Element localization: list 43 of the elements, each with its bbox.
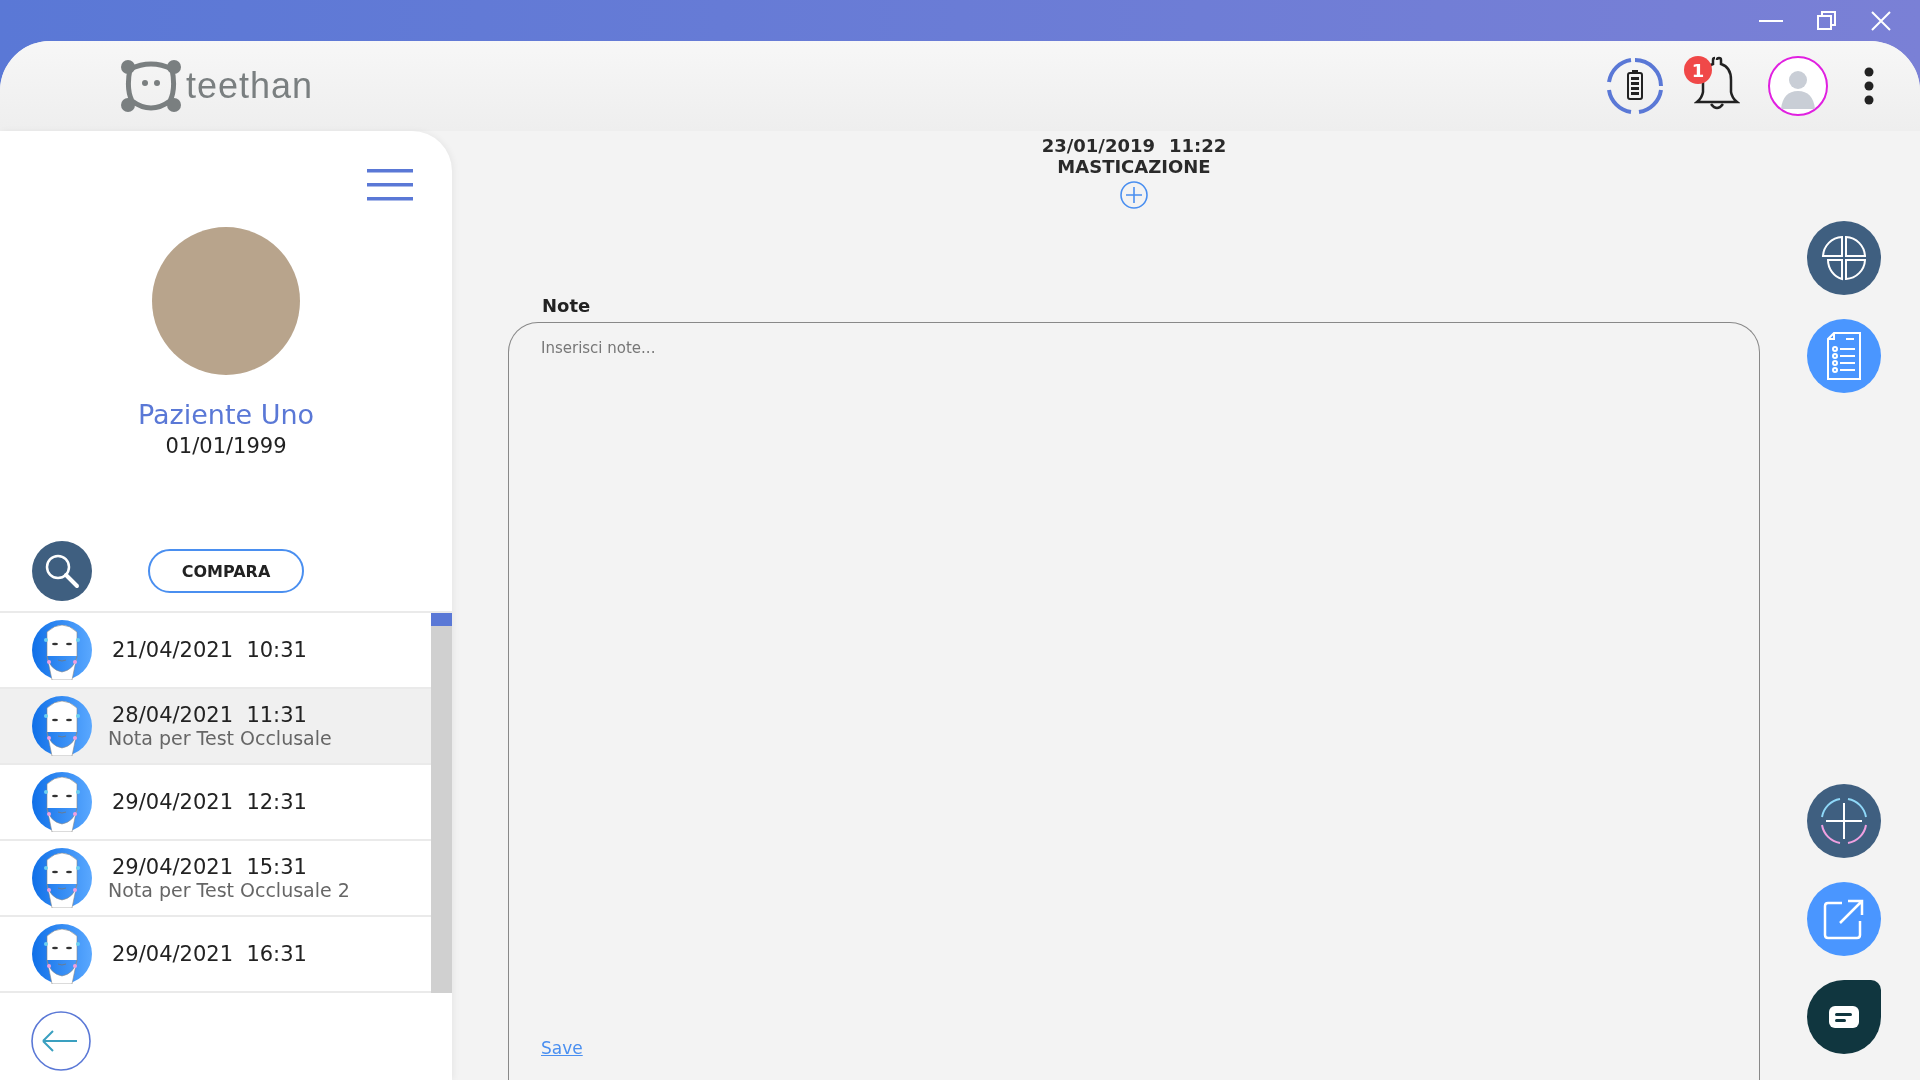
session-item[interactable]: 29/04/2021 12:31: [0, 765, 431, 841]
session-item[interactable]: 21/04/2021 10:31: [0, 613, 431, 689]
document-list-icon: [1824, 331, 1864, 381]
record-time: 11:22: [1169, 135, 1227, 156]
patient-birth-date: 01/01/1999: [164, 434, 288, 458]
face-icon: [32, 696, 92, 756]
note-label: Note: [542, 295, 592, 316]
logo-text: teethan: [186, 65, 314, 107]
session-date-time: 29/04/2021 12:31: [112, 790, 307, 814]
record-date: 23/01/2019: [1041, 135, 1155, 156]
export-icon: [1822, 897, 1866, 941]
scrollbar[interactable]: [431, 613, 452, 993]
search-icon: [44, 553, 80, 589]
bell-icon[interactable]: [1694, 56, 1740, 112]
face-icon: [32, 620, 92, 680]
session-date-time: 21/04/2021 10:31: [112, 638, 307, 662]
session-item[interactable]: 28/04/2021 11:31 Nota per Test Occlusale: [0, 689, 431, 765]
session-date-time: 29/04/2021 15:31: [112, 855, 308, 879]
chat-icon: [1829, 1006, 1859, 1028]
add-icon[interactable]: [1120, 181, 1148, 209]
compare-button[interactable]: COMPARA: [148, 549, 304, 593]
pie-chart-icon: [1820, 234, 1868, 282]
session-item[interactable]: 29/04/2021 16:31: [0, 917, 431, 993]
session-note: Nota per Test Occlusale: [108, 727, 332, 749]
face-icon: [32, 924, 92, 984]
patient-name: Paziente Uno: [136, 399, 316, 430]
battery-sync-icon[interactable]: [1606, 57, 1664, 115]
session-date-time: 28/04/2021 11:31: [112, 703, 308, 727]
more-options-icon[interactable]: [1864, 67, 1874, 105]
session-date-time: 29/04/2021 16:31: [112, 942, 307, 966]
restore-icon[interactable]: [1816, 9, 1838, 32]
user-avatar[interactable]: [1768, 56, 1828, 116]
record-title: MASTICAZIONE: [1057, 156, 1211, 177]
logo-icon: [120, 59, 182, 113]
close-icon[interactable]: [1870, 9, 1892, 32]
scrollbar-thumb[interactable]: [431, 613, 452, 626]
face-icon: [32, 772, 92, 832]
notification-badge: 1: [1684, 56, 1712, 84]
session-item[interactable]: 29/04/2021 15:31 Nota per Test Occlusale 2: [0, 841, 431, 917]
search-button[interactable]: [32, 541, 92, 601]
menu-icon[interactable]: [367, 169, 413, 201]
session-note: Nota per Test Occlusale 2: [108, 879, 350, 901]
face-icon: [32, 848, 92, 908]
